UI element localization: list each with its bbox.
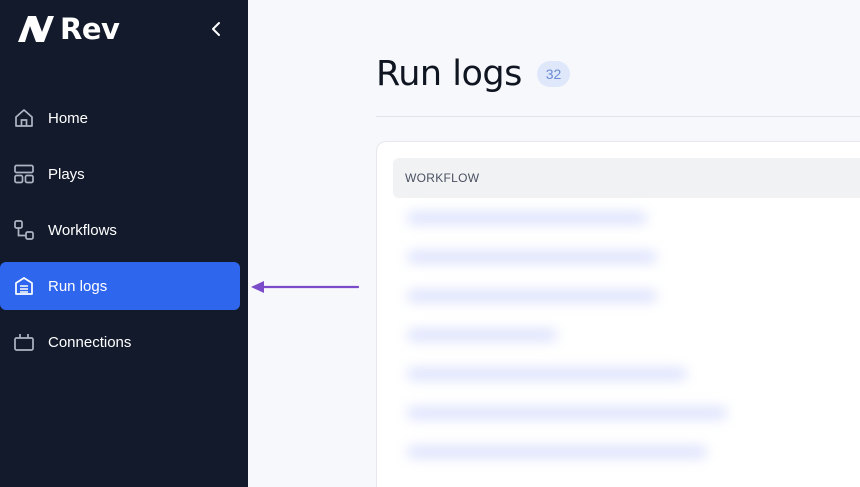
table-row[interactable]: [407, 368, 687, 380]
sidebar-item-run-logs[interactable]: Run logs: [0, 262, 240, 310]
connections-icon: [12, 330, 36, 354]
sidebar-item-label: Workflows: [48, 221, 117, 239]
table-row[interactable]: [407, 290, 657, 302]
sidebar-item-label: Home: [48, 109, 89, 127]
home-icon: [12, 106, 36, 130]
table-row[interactable]: [407, 251, 657, 263]
sidebar: Rev Home Plays Workflows Run logs Connec…: [0, 0, 248, 487]
table-row[interactable]: [407, 407, 727, 419]
sidebar-item-label: Run logs: [48, 277, 108, 295]
divider: [376, 116, 860, 117]
blurred-rows: [407, 212, 727, 485]
table-row[interactable]: [407, 212, 647, 224]
page-title: Run logs: [376, 54, 522, 94]
table-row[interactable]: [407, 329, 557, 341]
table-row[interactable]: [407, 446, 707, 458]
sidebar-item-plays[interactable]: Plays: [0, 150, 248, 198]
main-content: Run logs 32 WORKFLOW: [248, 0, 860, 487]
sidebar-item-workflows[interactable]: Workflows: [0, 206, 248, 254]
brand-name: Rev: [60, 12, 120, 46]
sidebar-item-label: Connections: [48, 333, 132, 351]
column-header-workflow[interactable]: WORKFLOW: [405, 171, 479, 185]
table-header: WORKFLOW: [393, 158, 860, 198]
workflow-icon: [12, 218, 36, 242]
sidebar-item-home[interactable]: Home: [0, 94, 248, 142]
chevron-left-icon: [212, 22, 220, 36]
archive-icon: [12, 274, 36, 298]
brand-logo[interactable]: Rev: [16, 12, 120, 46]
sidebar-item-connections[interactable]: Connections: [0, 318, 248, 366]
rev-logo-icon: [18, 16, 54, 42]
sidebar-item-label: Plays: [48, 165, 85, 183]
layout-icon: [12, 162, 36, 186]
count-badge: 32: [537, 61, 570, 87]
sidebar-nav: Home Plays Workflows Run logs Connection…: [0, 94, 248, 374]
collapse-sidebar-button[interactable]: [206, 18, 226, 40]
run-logs-table: WORKFLOW: [376, 141, 860, 487]
